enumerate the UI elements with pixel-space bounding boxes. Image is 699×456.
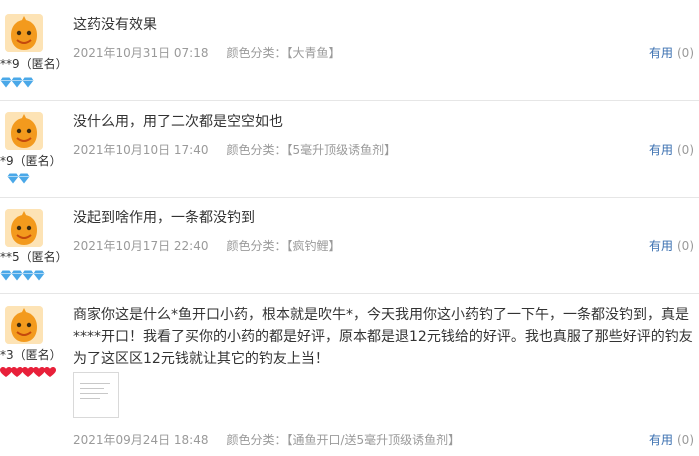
review-item: **5（匿名） 没起到啥作用，一条都没钓到 2021年10月17日 22:40 颜…	[0, 198, 699, 294]
useful-vote: 有用 (0)	[649, 433, 694, 447]
useful-vote: 有用 (0)	[649, 46, 694, 60]
review-meta: 2021年10月31日 07:18 颜色分类：【大青鱼】	[73, 46, 341, 60]
sku-label: 颜色分类：	[226, 239, 287, 253]
diamond-icon	[22, 77, 34, 88]
review-content: 没起到啥作用，一条都没钓到	[73, 210, 255, 226]
avatar-icon	[5, 112, 43, 150]
useful-button[interactable]: 有用	[649, 143, 673, 157]
review-date: 2021年09月24日 18:48	[73, 433, 209, 447]
heart-icon	[44, 367, 56, 377]
review-photo-thumbnail[interactable]	[73, 372, 119, 418]
useful-vote: 有用 (0)	[649, 143, 694, 157]
user-level	[0, 77, 34, 89]
user-level	[7, 173, 30, 185]
useful-vote: 有用 (0)	[649, 239, 694, 253]
avatar-icon	[5, 14, 43, 52]
reviewer-nick: *3（匿名）	[0, 348, 62, 362]
sku-value: 【疯钓鲤】	[286, 239, 341, 253]
useful-count: (0)	[677, 433, 694, 447]
useful-count: (0)	[677, 239, 694, 253]
avatar	[5, 112, 43, 150]
useful-button[interactable]: 有用	[649, 433, 673, 447]
useful-button[interactable]: 有用	[649, 239, 673, 253]
review-content: 没什么用，用了二次都是空空如也	[73, 114, 283, 130]
avatar-icon	[5, 209, 43, 247]
avatar	[5, 209, 43, 247]
review-meta: 2021年10月17日 22:40 颜色分类：【疯钓鲤】	[73, 239, 341, 253]
useful-button[interactable]: 有用	[649, 46, 673, 60]
avatar-icon	[5, 306, 43, 344]
review-item: *3（匿名） 商家你这是什么*鱼开口小药，根本就是吹牛*，今天我用你这小药钓了一…	[0, 294, 699, 456]
avatar	[5, 306, 43, 344]
review-date: 2021年10月10日 17:40	[73, 143, 209, 157]
avatar	[5, 14, 43, 52]
review-meta: 2021年10月10日 17:40 颜色分类：【5毫升顶级诱鱼剂】	[73, 143, 396, 157]
user-level	[0, 367, 56, 379]
review-date: 2021年10月17日 22:40	[73, 239, 209, 253]
sku-label: 颜色分类：	[226, 46, 287, 60]
sku-label: 颜色分类：	[226, 143, 287, 157]
reviewer-nick: **5（匿名）	[0, 250, 68, 264]
sku-value: 【大青鱼】	[286, 46, 341, 60]
review-date: 2021年10月31日 07:18	[73, 46, 209, 60]
sku-label: 颜色分类：	[226, 433, 287, 447]
reviewer-nick: *9（匿名）	[0, 154, 62, 168]
review-item: *9（匿名） 没什么用，用了二次都是空空如也 2021年10月10日 17:40…	[0, 101, 699, 198]
sku-value: 【5毫升顶级诱鱼剂】	[286, 143, 397, 157]
review-item: **9（匿名） 这药没有效果 2021年10月31日 07:18 颜色分类：【大青…	[0, 0, 699, 101]
useful-count: (0)	[677, 46, 694, 60]
review-meta: 2021年09月24日 18:48 颜色分类：【通鱼开口/送5毫升顶级诱鱼剂】	[73, 433, 460, 447]
review-content: 这药没有效果	[73, 17, 157, 33]
review-content-line: ****开口！我看了买你的小药的都是好评，原本都是退12元钱给的好评。我也真服了…	[73, 329, 693, 345]
review-content-line: 商家你这是什么*鱼开口小药，根本就是吹牛*，今天我用你这小药钓了一下午，一条都没…	[73, 307, 689, 323]
sku-value: 【通鱼开口/送5毫升顶级诱鱼剂】	[286, 433, 461, 447]
diamond-icon	[18, 173, 30, 184]
review-content-line: 为了这区区12元钱就让其它的钓友上当！	[73, 351, 329, 367]
useful-count: (0)	[677, 143, 694, 157]
reviewer-nick: **9（匿名）	[0, 57, 68, 71]
user-level	[0, 270, 45, 282]
diamond-icon	[33, 270, 45, 281]
review-content: 商家你这是什么*鱼开口小药，根本就是吹牛*，今天我用你这小药钓了一下午，一条都没…	[73, 304, 693, 370]
